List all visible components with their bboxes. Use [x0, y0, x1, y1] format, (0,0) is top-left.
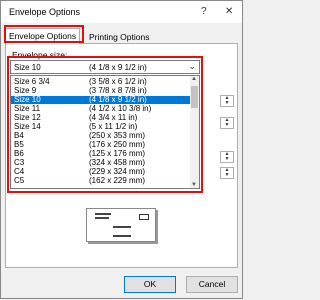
spinner-control[interactable]: ▲ ▼ — [220, 95, 234, 107]
tab-highlight-box — [4, 25, 84, 43]
delivery-address-block — [113, 226, 131, 237]
spinner-control[interactable]: ▲ ▼ — [220, 117, 234, 129]
cancel-button[interactable]: Cancel — [186, 276, 238, 293]
title-bar: Envelope Options ? ✕ — [1, 1, 242, 23]
help-button[interactable]: ? — [201, 6, 207, 17]
stamp-icon — [139, 214, 149, 220]
return-address-line — [95, 213, 111, 215]
spinner-control[interactable]: ▲ ▼ — [220, 167, 234, 179]
window-title: Envelope Options — [9, 7, 81, 17]
envelope-preview — [86, 208, 156, 242]
tab-printing-options[interactable]: Printing Options — [86, 30, 152, 45]
spinner-control[interactable]: ▲ ▼ — [220, 151, 234, 163]
dropdown-highlight-box — [7, 56, 203, 193]
ok-button[interactable]: OK — [124, 276, 176, 293]
return-address-line — [95, 217, 109, 219]
close-button[interactable]: ✕ — [225, 6, 233, 17]
